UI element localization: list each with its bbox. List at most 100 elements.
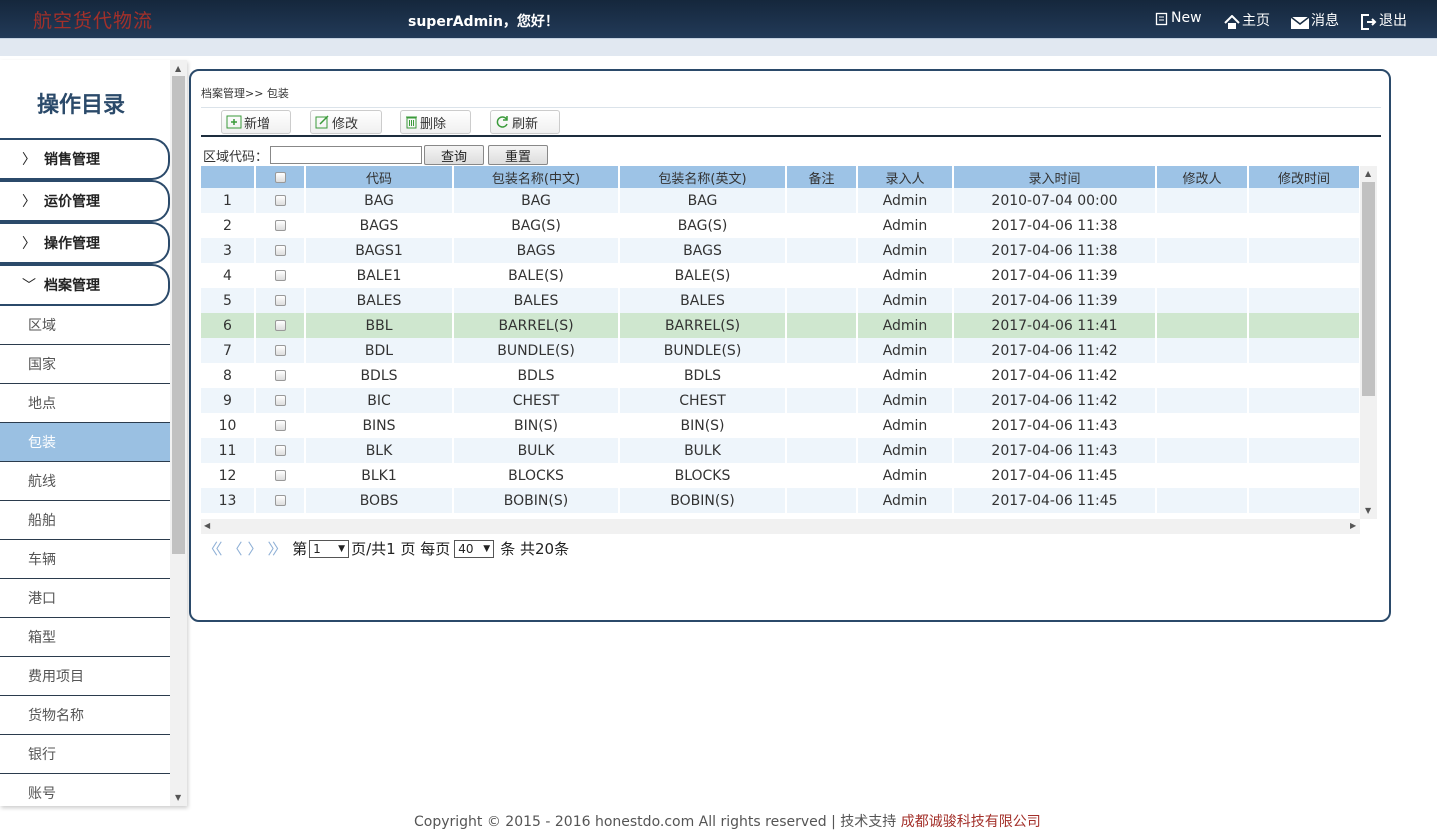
- select-cell[interactable]: [255, 213, 306, 238]
- menu-group-freight-rates[interactable]: 〉 运价管理: [0, 180, 170, 222]
- row-checkbox[interactable]: [274, 220, 286, 231]
- row-checkbox[interactable]: [274, 395, 286, 406]
- col-header-modifier[interactable]: 修改人: [1156, 166, 1249, 188]
- table-row[interactable]: 9 BIC CHEST CHEST Admin 2017-04-06 11:42: [201, 388, 1361, 413]
- page-number-select[interactable]: 1 ▼: [309, 539, 350, 558]
- col-header-code[interactable]: 代码: [305, 166, 454, 188]
- sidebar-item-packaging[interactable]: 包装: [0, 423, 170, 462]
- table-row[interactable]: 4 BALE1 BALE(S) BALE(S) Admin 2017-04-06 11:3…: [201, 263, 1361, 288]
- last-page-icon[interactable]: 〉〉: [268, 538, 287, 559]
- sidebar-item-route[interactable]: 航线: [0, 462, 170, 501]
- table-row[interactable]: 2 BAGS BAG(S) BAG(S) Admin 2017-04-06 11:38: [201, 213, 1361, 238]
- edit-button[interactable]: 修改: [310, 110, 382, 134]
- area-code-input[interactable]: [270, 146, 423, 164]
- col-header-select[interactable]: [255, 166, 306, 188]
- nav-messages[interactable]: 消息: [1291, 10, 1339, 30]
- row-checkbox[interactable]: [274, 270, 286, 281]
- menu-group-operations[interactable]: 〉 操作管理: [0, 222, 170, 264]
- table-row[interactable]: 6 BBL BARREL(S) BARREL(S) Admin 2017-04-06 11…: [201, 313, 1361, 338]
- row-checkbox[interactable]: [274, 495, 286, 506]
- sidebar-item-country[interactable]: 国家: [0, 345, 170, 384]
- select-cell[interactable]: [255, 488, 306, 513]
- refresh-button[interactable]: 刷新: [490, 110, 560, 134]
- name-en-cell: BOBIN(S): [619, 488, 787, 513]
- sidebar-scroll-thumb[interactable]: [172, 76, 185, 554]
- code-cell: BLK: [305, 438, 454, 463]
- select-cell[interactable]: [255, 388, 306, 413]
- select-cell[interactable]: [255, 463, 306, 488]
- table-row[interactable]: 11 BLK BULK BULK Admin 2017-04-06 11:43: [201, 438, 1361, 463]
- row-checkbox[interactable]: [274, 445, 286, 456]
- nav-home[interactable]: 主页: [1224, 10, 1270, 30]
- table-row[interactable]: 12 BLK1 BLOCKS BLOCKS Admin 2017-04-06 11:45: [201, 463, 1361, 488]
- page-size-select[interactable]: 40 ▼: [454, 539, 495, 558]
- col-header-name-cn[interactable]: 包装名称(中文): [453, 166, 620, 188]
- grid-horizontal-scrollbar[interactable]: ◀ ▶: [201, 519, 1360, 534]
- sidebar-item-goods-name[interactable]: 货物名称: [0, 696, 170, 735]
- sidebar-item-location[interactable]: 地点: [0, 384, 170, 423]
- select-cell[interactable]: [255, 188, 306, 213]
- row-checkbox[interactable]: [274, 420, 286, 431]
- menu-group-sales[interactable]: 〉 销售管理: [0, 138, 170, 180]
- sidebar-item-region[interactable]: 区域: [0, 306, 170, 345]
- select-cell[interactable]: [255, 313, 306, 338]
- table-row[interactable]: 10 BINS BIN(S) BIN(S) Admin 2017-04-06 11:43: [201, 413, 1361, 438]
- select-cell[interactable]: [255, 338, 306, 363]
- add-button[interactable]: 新增: [221, 110, 291, 134]
- sidebar-item-fee-items[interactable]: 费用项目: [0, 657, 170, 696]
- table-row[interactable]: 13 BOBS BOBIN(S) BOBIN(S) Admin 2017-04-06 11…: [201, 488, 1361, 513]
- nav-logout[interactable]: 退出: [1360, 10, 1407, 30]
- table-row[interactable]: 1 BAG BAG BAG Admin 2010-07-04 00:00: [201, 188, 1361, 213]
- sidebar-scrollbar[interactable]: ▲ ▼: [170, 60, 187, 806]
- first-page-icon[interactable]: 〈〈: [203, 538, 222, 559]
- reset-button[interactable]: 重置: [488, 145, 549, 165]
- row-checkbox[interactable]: [274, 195, 286, 206]
- scroll-up-icon[interactable]: ▲: [1365, 169, 1371, 178]
- select-cell[interactable]: [255, 263, 306, 288]
- trash-icon: [406, 116, 417, 129]
- scroll-down-icon[interactable]: ▼: [1365, 506, 1371, 515]
- select-all-checkbox[interactable]: [274, 171, 286, 183]
- table-row[interactable]: 8 BDLS BDLS BDLS Admin 2017-04-06 11:42: [201, 363, 1361, 388]
- sidebar-item-container-type[interactable]: 箱型: [0, 618, 170, 657]
- sidebar-item-bank[interactable]: 银行: [0, 735, 170, 774]
- sidebar-item-account[interactable]: 账号: [0, 774, 170, 806]
- select-cell[interactable]: [255, 413, 306, 438]
- table-row[interactable]: 3 BAGS1 BAGS BAGS Admin 2017-04-06 11:38: [201, 238, 1361, 263]
- col-header-creator[interactable]: 录入人: [857, 166, 954, 188]
- col-header-remark[interactable]: 备注: [786, 166, 858, 188]
- select-cell[interactable]: [255, 438, 306, 463]
- menu-group-archives[interactable]: ﹀ 档案管理: [0, 264, 170, 306]
- row-checkbox[interactable]: [274, 295, 286, 306]
- row-checkbox[interactable]: [274, 370, 286, 381]
- row-checkbox[interactable]: [274, 345, 286, 356]
- sidebar-item-vessel[interactable]: 船舶: [0, 501, 170, 540]
- query-button[interactable]: 查询: [424, 145, 485, 165]
- scroll-left-icon[interactable]: ◀: [204, 521, 210, 530]
- modifier-cell: [1156, 213, 1249, 238]
- scroll-down-icon[interactable]: ▼: [175, 793, 181, 802]
- col-header-modified-time[interactable]: 修改时间: [1248, 166, 1361, 188]
- scroll-right-icon[interactable]: ▶: [1350, 521, 1356, 530]
- created-time-cell: 2017-04-06 11:42: [953, 338, 1157, 363]
- select-cell[interactable]: [255, 288, 306, 313]
- row-checkbox[interactable]: [274, 470, 286, 481]
- row-checkbox[interactable]: [274, 320, 286, 331]
- select-cell[interactable]: [255, 363, 306, 388]
- select-cell[interactable]: [255, 238, 306, 263]
- delete-button[interactable]: 删除: [400, 110, 471, 134]
- sidebar-item-vehicle[interactable]: 车辆: [0, 540, 170, 579]
- table-row[interactable]: 5 BALES BALES BALES Admin 2017-04-06 11:39: [201, 288, 1361, 313]
- table-row[interactable]: 7 BDL BUNDLE(S) BUNDLE(S) Admin 2017-04-06 11…: [201, 338, 1361, 363]
- company-link[interactable]: 成都诚骏科技有限公司: [901, 814, 1041, 830]
- grid-vertical-scrollbar[interactable]: ▲ ▼: [1360, 166, 1377, 519]
- row-checkbox[interactable]: [274, 245, 286, 256]
- col-header-created-time[interactable]: 录入时间: [953, 166, 1157, 188]
- sidebar-item-port[interactable]: 港口: [0, 579, 170, 618]
- scroll-up-icon[interactable]: ▲: [175, 64, 181, 73]
- col-header-name-en[interactable]: 包装名称(英文): [619, 166, 787, 188]
- prev-page-icon[interactable]: 〈: [228, 538, 243, 559]
- grid-scroll-thumb[interactable]: [1362, 182, 1375, 396]
- next-page-icon[interactable]: 〉: [248, 538, 263, 559]
- nav-new[interactable]: New: [1155, 10, 1202, 26]
